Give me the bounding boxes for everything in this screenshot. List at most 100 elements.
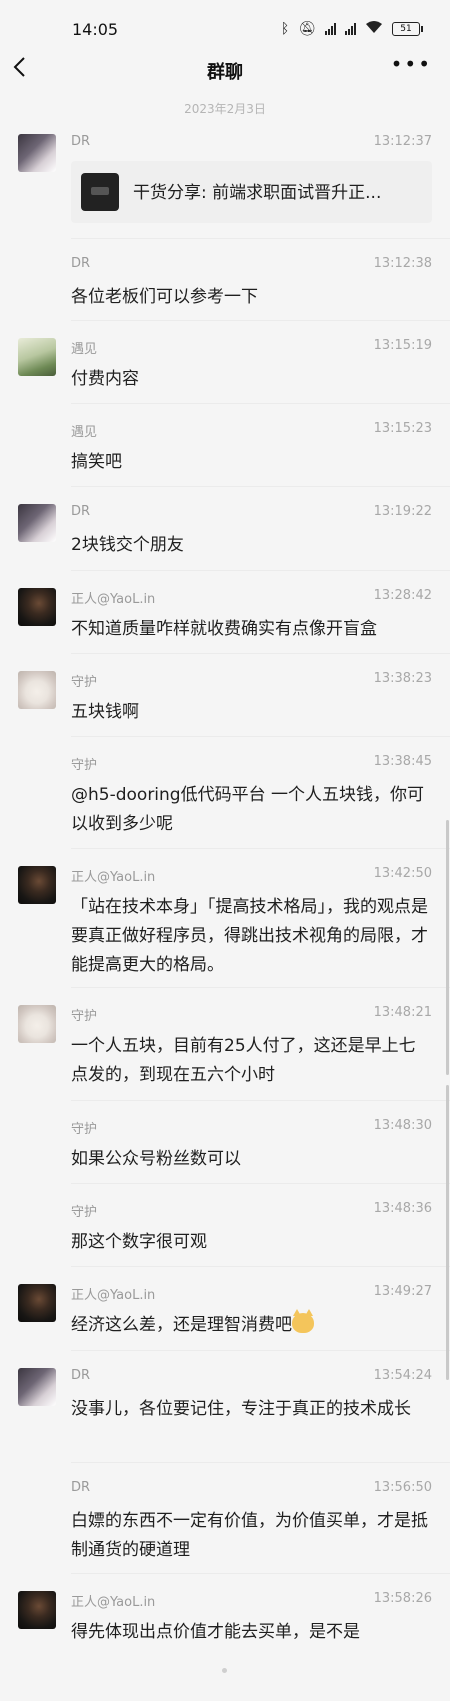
message-text: 付费内容 xyxy=(71,369,139,389)
avatar[interactable] xyxy=(18,338,56,376)
link-thumbnail xyxy=(81,173,119,211)
message-text: 「站在技术本身」「提高技术格局」，我的观点是要真正做好程序员，得跳出技术视角的局… xyxy=(71,897,428,975)
message-divider xyxy=(71,987,450,988)
date-separator: 2023年2月3日 xyxy=(184,102,266,116)
message-divider xyxy=(71,1573,450,1574)
scrollbar-lower[interactable] xyxy=(446,1085,449,1380)
message-divider xyxy=(71,570,450,571)
message-item: DR 13:12:37 干货分享: 前端求职面试晋升正... xyxy=(0,134,450,234)
message-item: 遇见 13:15:23 搞笑吧 xyxy=(0,421,450,481)
cat-emoji-icon xyxy=(292,1309,314,1333)
link-title: 干货分享: 前端求职面试晋升正... xyxy=(133,183,382,203)
avatar[interactable] xyxy=(18,504,56,542)
message-text-body: 经济这么差，还是理智消费吧 xyxy=(71,1315,292,1335)
sender-name: DR xyxy=(71,134,91,149)
bluetooth-icon: ᛒ xyxy=(280,21,290,37)
nav-bar: 群聊 ••• xyxy=(0,48,450,92)
sender-name: DR xyxy=(71,504,91,519)
message-divider xyxy=(71,486,450,487)
message-text: 没事儿，各位要记住，专注于真正的技术成长 xyxy=(71,1399,411,1419)
message-text: 搞笑吧 xyxy=(71,452,122,472)
status-icons: ᛒ 🔕︎ 51 xyxy=(280,20,423,38)
message-item: 守护 13:48:36 那这个数字很可观 xyxy=(0,1201,450,1261)
page-title: 群聊 xyxy=(207,62,243,83)
scrollbar-upper[interactable] xyxy=(446,820,449,1075)
status-time: 14:05 xyxy=(72,20,119,39)
avatar[interactable] xyxy=(18,1005,56,1043)
message-time: 13:15:23 xyxy=(373,421,432,436)
message-time: 13:58:26 xyxy=(373,1591,432,1606)
message-divider xyxy=(71,1100,450,1101)
message-time: 13:12:37 xyxy=(373,134,432,149)
message-text: 2块钱交个朋友 xyxy=(71,535,184,555)
message-item: 正人@YaoL.in 13:28:42 不知道质量咋样就收费确实有点像开盲盒 xyxy=(0,588,450,648)
sender-name: 正人@YaoL.in xyxy=(71,870,156,885)
message-divider xyxy=(71,238,450,239)
message-text: 一个人五块，目前有25人付了，这还是早上七点发的，到现在五六个小时 xyxy=(71,1036,416,1085)
mute-icon: 🔕︎ xyxy=(298,21,316,37)
message-item: 守护 13:38:45 @h5-dooring低代码平台 一个人五块钱，你可以收… xyxy=(0,754,450,844)
message-text: 不知道质量咋样就收费确实有点像开盲盒 xyxy=(71,619,377,639)
message-item: 守护 13:48:21 一个人五块，目前有25人付了，这还是早上七点发的，到现在… xyxy=(0,1005,450,1100)
sender-name: 正人@YaoL.in xyxy=(71,592,156,607)
sender-name: 遇见 xyxy=(71,342,98,357)
message-text: 得先体现出点价值才能去买单，是不是 xyxy=(71,1622,360,1642)
battery-icon: 51 xyxy=(392,22,423,36)
message-time: 13:15:19 xyxy=(373,338,432,353)
message-text: 各位老板们可以参考一下 xyxy=(71,287,258,307)
sender-name: 守护 xyxy=(71,1009,98,1024)
sender-name: 正人@YaoL.in xyxy=(71,1595,156,1610)
message-time: 13:28:42 xyxy=(373,588,432,603)
signal-icon-2 xyxy=(345,23,356,35)
message-time: 13:42:50 xyxy=(373,866,432,881)
avatar[interactable] xyxy=(18,1591,56,1629)
message-divider xyxy=(71,1183,450,1184)
message-text: 那这个数字很可观 xyxy=(71,1232,207,1252)
signal-icon xyxy=(325,23,336,35)
avatar[interactable] xyxy=(18,588,56,626)
message-item: 守护 13:48:30 如果公众号粉丝数可以 xyxy=(0,1118,450,1178)
more-options-icon[interactable]: ••• xyxy=(391,54,432,74)
avatar[interactable] xyxy=(18,134,56,172)
message-time: 13:54:24 xyxy=(373,1368,432,1383)
message-divider xyxy=(71,1266,450,1267)
message-text: @h5-dooring低代码平台 一个人五块钱，你可以收到多少呢 xyxy=(71,785,424,834)
message-time: 13:38:23 xyxy=(373,671,432,686)
sender-name: 守护 xyxy=(71,675,98,690)
message-time: 13:38:45 xyxy=(373,754,432,769)
message-divider xyxy=(71,1462,450,1463)
message-item: 正人@YaoL.in 13:49:27 经济这么差，还是理智消费吧 xyxy=(0,1284,450,1344)
message-text: 五块钱啊 xyxy=(71,702,139,722)
message-time: 13:48:36 xyxy=(373,1201,432,1216)
message-divider xyxy=(71,653,450,654)
sender-name: DR xyxy=(71,1368,91,1383)
sender-name: 守护 xyxy=(71,1205,98,1220)
message-divider xyxy=(71,848,450,849)
message-text: 如果公众号粉丝数可以 xyxy=(71,1149,241,1169)
wifi-icon xyxy=(365,20,383,38)
message-item: DR 13:56:50 白嫖的东西不一定有价值，为价值买单，才是抵制通货的硬道理 xyxy=(0,1480,450,1575)
sender-name: 守护 xyxy=(71,758,98,773)
sender-name: 正人@YaoL.in xyxy=(71,1288,156,1303)
message-time: 13:49:27 xyxy=(373,1284,432,1299)
message-divider xyxy=(71,320,450,321)
message-text: 白嫖的东西不一定有价值，为价值买单，才是抵制通货的硬道理 xyxy=(71,1511,428,1560)
avatar[interactable] xyxy=(18,671,56,709)
avatar[interactable] xyxy=(18,1368,56,1406)
avatar[interactable] xyxy=(18,1284,56,1322)
message-divider xyxy=(71,736,450,737)
sender-name: DR xyxy=(71,256,91,271)
message-time: 13:19:22 xyxy=(373,504,432,519)
message-item: 守护 13:38:23 五块钱啊 xyxy=(0,671,450,731)
link-card[interactable]: 干货分享: 前端求职面试晋升正... xyxy=(71,161,432,223)
message-item: 正人@YaoL.in 13:42:50 「站在技术本身」「提高技术格局」，我的观… xyxy=(0,866,450,991)
message-time: 13:48:21 xyxy=(373,1005,432,1020)
message-item: DR 13:12:38 各位老板们可以参考一下 xyxy=(0,256,450,316)
home-indicator xyxy=(222,1668,227,1673)
message-item: 遇见 13:15:19 付费内容 xyxy=(0,338,450,398)
message-text: 经济这么差，还是理智消费吧 xyxy=(71,1309,428,1340)
sender-name: DR xyxy=(71,1480,91,1495)
sender-name: 遇见 xyxy=(71,425,98,440)
avatar[interactable] xyxy=(18,866,56,904)
message-divider xyxy=(71,1350,450,1351)
